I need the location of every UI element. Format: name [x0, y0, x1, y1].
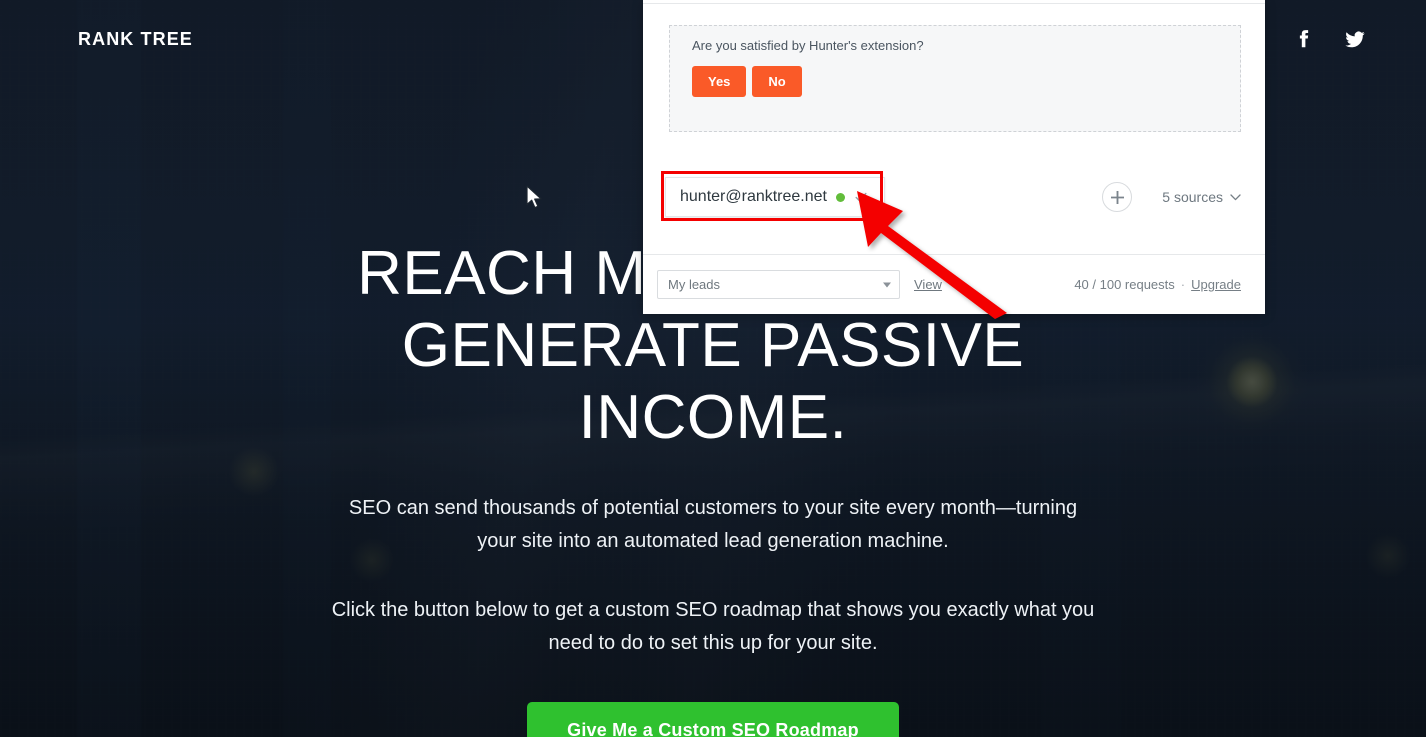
facebook-link[interactable]: [1292, 28, 1314, 50]
page-root: RANK TREE REACH MORE PEOPLE. GENERATE PA…: [0, 0, 1426, 737]
requests-count: 40 / 100 requests: [1074, 277, 1175, 292]
hero-title-line-2: GENERATE PASSIVE: [401, 311, 1025, 380]
survey-actions: Yes No: [692, 66, 1240, 97]
popup-body: Are you satisfied by Hunter's extension?…: [643, 4, 1265, 254]
cta-container: Give Me a Custom SEO Roadmap: [160, 702, 1266, 737]
survey-question: Are you satisfied by Hunter's extension?: [692, 38, 924, 53]
leads-select-wrapper: My leads: [657, 270, 900, 299]
email-result-row: hunter@ranktree.net 5 sources: [643, 156, 1265, 238]
email-result-chip[interactable]: hunter@ranktree.net: [665, 177, 885, 217]
hero-paragraph-1: SEO can send thousands of potential cust…: [348, 497, 1078, 552]
hunter-extension-popup: Are you satisfied by Hunter's extension?…: [643, 0, 1265, 314]
survey-no-button[interactable]: No: [752, 66, 802, 97]
leads-select[interactable]: My leads: [657, 270, 900, 299]
sources-label: 5 sources: [1162, 189, 1223, 205]
chevron-down-icon: [1230, 193, 1241, 200]
status-dot-icon: [836, 192, 845, 202]
twitter-icon: [1345, 31, 1365, 48]
hero-paragraph-2: Click the button below to get a custom S…: [331, 599, 1095, 654]
email-chip-wrapper: hunter@ranktree.net: [661, 171, 885, 221]
brand-logo[interactable]: RANK TREE: [78, 29, 193, 50]
seo-roadmap-cta-button[interactable]: Give Me a Custom SEO Roadmap: [527, 702, 899, 737]
survey-yes-button[interactable]: Yes: [692, 66, 747, 97]
verified-check-icon: [855, 192, 867, 202]
email-row-actions: 5 sources: [1102, 182, 1265, 212]
add-lead-button[interactable]: [1102, 182, 1133, 212]
satisfaction-survey: Are you satisfied by Hunter's extension?…: [669, 25, 1241, 132]
footer-usage: 40 / 100 requests · Upgrade: [1074, 277, 1241, 292]
popup-footer: My leads View 40 / 100 requests · Upgrad…: [643, 254, 1265, 314]
twitter-link[interactable]: [1344, 28, 1366, 50]
upgrade-link[interactable]: Upgrade: [1191, 277, 1241, 292]
facebook-icon: [1299, 30, 1309, 48]
plus-icon: [1110, 190, 1124, 204]
social-links: [1292, 28, 1366, 50]
view-link[interactable]: View: [914, 277, 942, 292]
hero-title-line-3: INCOME.: [578, 383, 848, 452]
sources-toggle[interactable]: 5 sources: [1162, 189, 1241, 205]
separator-dot: ·: [1180, 277, 1186, 292]
email-address-text: hunter@ranktree.net: [680, 188, 827, 205]
